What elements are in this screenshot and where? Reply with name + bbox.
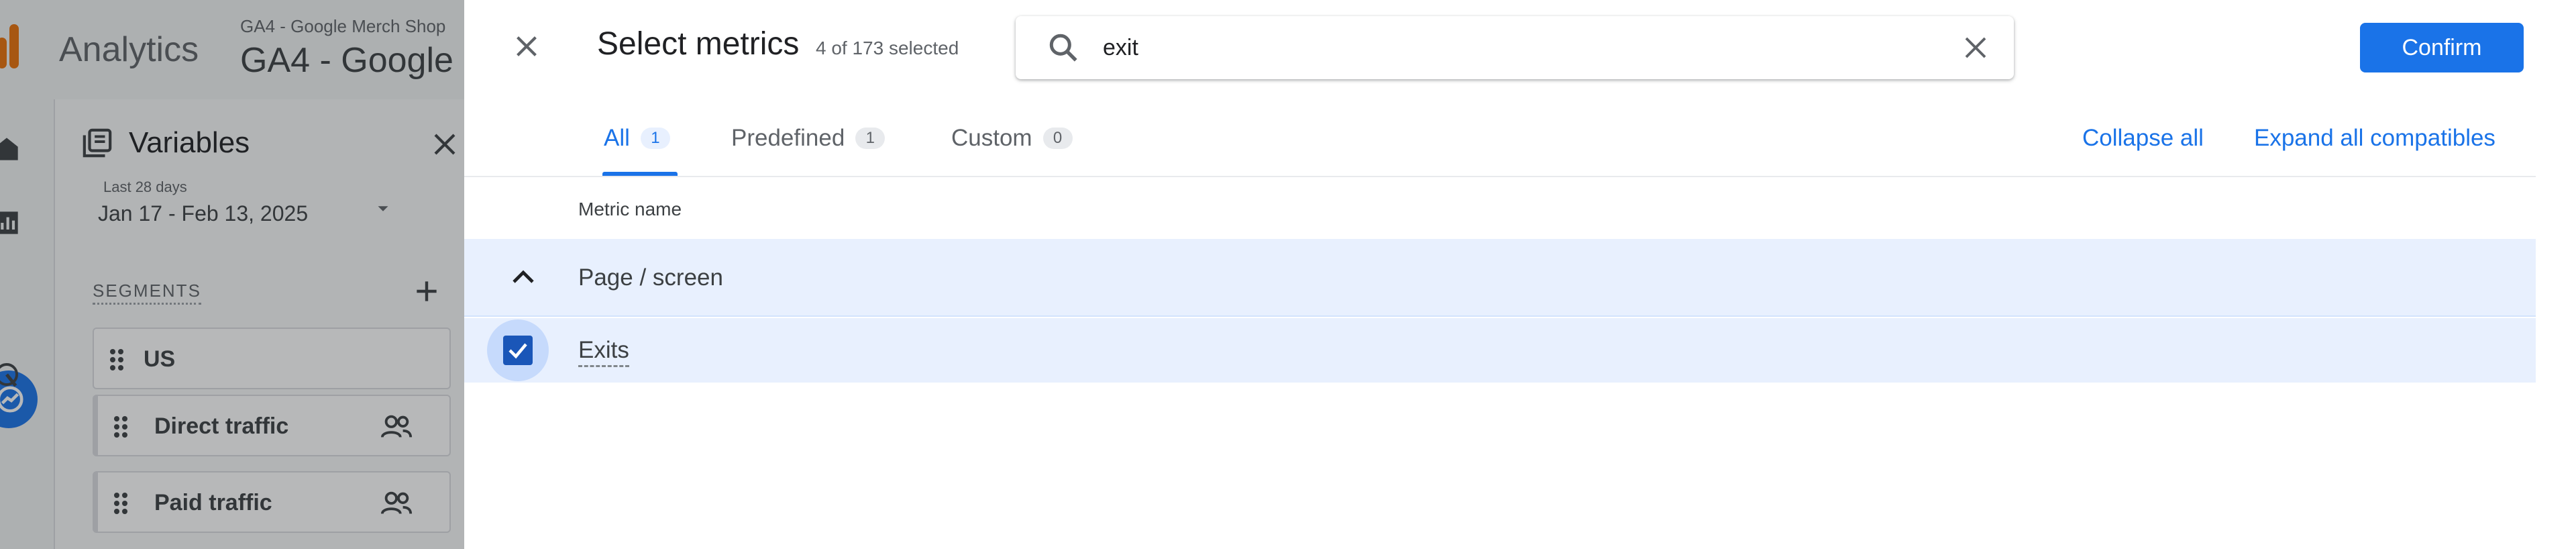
tab-label: Custom xyxy=(951,125,1032,151)
checkmark-icon xyxy=(508,343,527,359)
search-box[interactable] xyxy=(1016,16,2014,79)
metric-name[interactable]: Exits xyxy=(578,337,629,367)
tab-all[interactable]: All 1 xyxy=(604,125,670,176)
metric-row[interactable]: Exits xyxy=(464,318,2536,383)
chevron-up-icon[interactable] xyxy=(507,262,539,294)
checkbox-checked-icon xyxy=(503,336,533,365)
metric-checkbox[interactable] xyxy=(487,319,549,381)
tab-count-badge: 1 xyxy=(855,128,885,149)
close-icon[interactable] xyxy=(511,31,542,62)
collapse-all-button[interactable]: Collapse all xyxy=(2082,125,2204,152)
column-header-metric-name: Metric name xyxy=(578,199,682,219)
tab-label: All xyxy=(604,125,630,151)
metric-group-row[interactable]: Page / screen xyxy=(464,239,2536,317)
tab-predefined[interactable]: Predefined 1 xyxy=(731,125,885,176)
metric-group-label: Page / screen xyxy=(578,264,723,291)
search-input[interactable] xyxy=(1103,30,1894,66)
confirm-button[interactable]: Confirm xyxy=(2360,23,2524,72)
modal-scrim[interactable] xyxy=(0,0,464,549)
tab-count-badge: 1 xyxy=(640,128,670,149)
select-metrics-dialog: Select metrics 4 of 173 selected Confirm… xyxy=(464,0,2576,549)
clear-search-icon[interactable] xyxy=(1962,34,1990,62)
background-app: Analytics GA4 - Google Merch Shop GA4 - … xyxy=(0,0,464,549)
selected-count: 4 of 173 selected xyxy=(816,38,959,58)
tabs-divider xyxy=(464,176,2536,177)
search-icon xyxy=(1049,34,1077,62)
dialog-title: Select metrics xyxy=(597,26,800,62)
tab-count-badge: 0 xyxy=(1042,128,1073,149)
expand-all-compatibles-button[interactable]: Expand all compatibles xyxy=(2254,125,2496,152)
tab-label: Predefined xyxy=(731,125,845,151)
tab-custom[interactable]: Custom 0 xyxy=(951,125,1073,176)
